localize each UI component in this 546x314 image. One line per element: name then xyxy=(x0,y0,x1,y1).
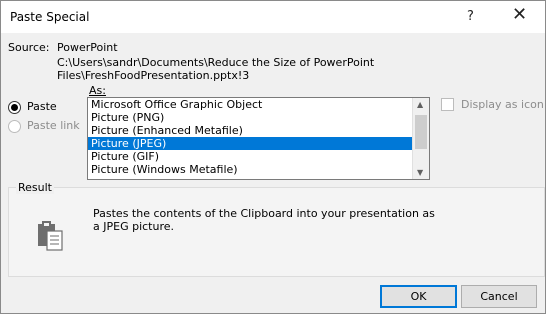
display-as-icon-checkbox[interactable] xyxy=(441,98,454,111)
paste-link-radio[interactable] xyxy=(8,120,21,133)
result-description-line1: Pastes the contents of the Clipboard int… xyxy=(93,207,435,220)
as-label: As: xyxy=(89,84,106,97)
result-title: Result xyxy=(16,181,54,194)
clipboard-paste-icon xyxy=(37,220,67,255)
list-item[interactable]: Picture (GIF) xyxy=(88,150,412,163)
source-label: Source: xyxy=(8,41,50,54)
title-bar: Paste Special ? ✕ xyxy=(1,1,545,33)
list-item[interactable]: Picture (PNG) xyxy=(88,111,412,124)
dialog-title: Paste Special xyxy=(10,10,90,24)
scroll-down-arrow-icon[interactable]: ▼ xyxy=(417,168,423,177)
paste-link-radio-label[interactable]: Paste link xyxy=(27,119,80,132)
paste-radio[interactable] xyxy=(8,101,21,114)
list-item[interactable]: Microsoft Office Graphic Object xyxy=(88,98,412,111)
source-path-line1: C:\Users\sandr\Documents\Reduce the Size… xyxy=(57,56,375,69)
ok-button[interactable]: OK xyxy=(380,285,457,308)
source-app: PowerPoint xyxy=(57,41,118,54)
result-description-line2: a JPEG picture. xyxy=(93,220,175,233)
source-path-line2: Files\FreshFoodPresentation.pptx!3 xyxy=(57,69,250,82)
scroll-up-arrow-icon[interactable]: ▲ xyxy=(417,100,423,109)
list-item[interactable]: Picture (Windows Metafile) xyxy=(88,163,412,176)
list-scrollbar[interactable]: ▲ ▼ xyxy=(412,98,429,179)
close-button[interactable]: ✕ xyxy=(512,6,527,24)
cancel-button[interactable]: Cancel xyxy=(461,285,537,308)
display-as-icon-label[interactable]: Display as icon xyxy=(461,98,544,111)
help-button[interactable]: ? xyxy=(467,9,474,24)
result-group xyxy=(8,187,545,277)
list-item[interactable]: Picture (Enhanced Metafile) xyxy=(88,124,412,137)
list-item-selected[interactable]: Picture (JPEG) xyxy=(88,137,412,150)
scroll-thumb[interactable] xyxy=(415,115,427,149)
paste-radio-label[interactable]: Paste xyxy=(27,100,57,113)
as-listbox[interactable]: Microsoft Office Graphic Object Picture … xyxy=(87,97,430,180)
